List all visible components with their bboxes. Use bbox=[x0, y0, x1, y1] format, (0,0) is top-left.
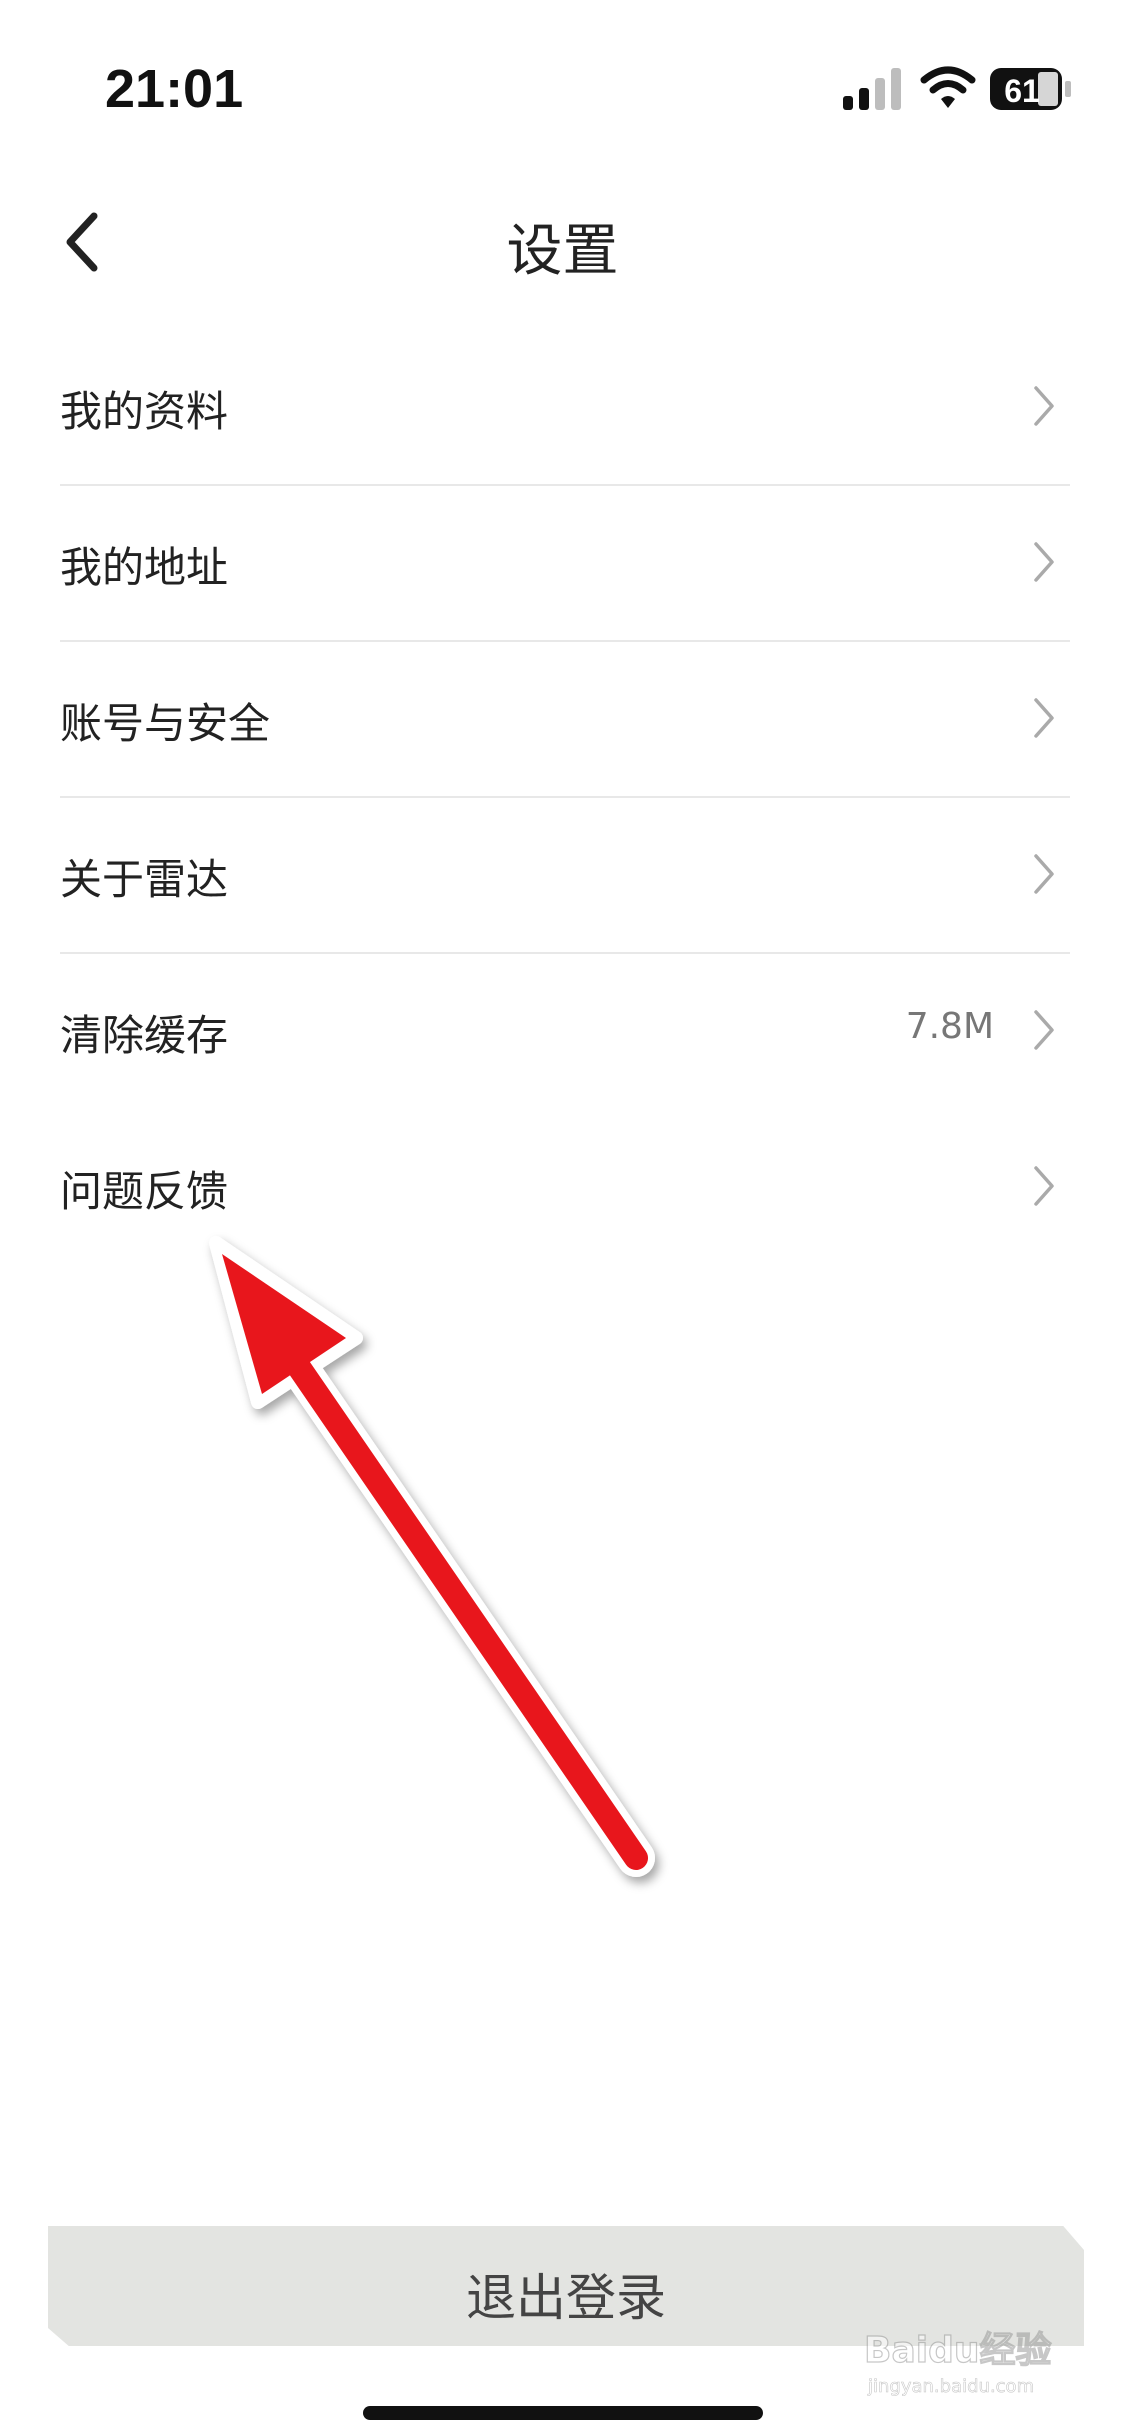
cellular-signal-icon bbox=[843, 68, 901, 110]
menu-item-about[interactable]: 关于雷达 bbox=[60, 798, 1070, 954]
chevron-right-icon bbox=[1034, 1166, 1054, 1206]
battery-icon: 61 bbox=[990, 66, 1072, 112]
menu-item-label: 清除缓存 bbox=[60, 1011, 229, 1060]
chevron-right-icon bbox=[1034, 698, 1054, 738]
chevron-right-icon bbox=[1034, 386, 1054, 426]
menu-item-label: 关于雷达 bbox=[60, 855, 229, 904]
menu-item-profile[interactable]: 我的资料 bbox=[60, 330, 1070, 486]
menu-item-address[interactable]: 我的地址 bbox=[60, 486, 1070, 642]
cache-size-value: 7.8M bbox=[905, 1006, 994, 1047]
battery-level: 61 bbox=[1004, 73, 1040, 109]
baidu-watermark-logo: Baidu经验 jingyan.baidu.com bbox=[863, 2329, 1052, 2397]
menu-item-label: 账号与安全 bbox=[60, 699, 271, 748]
menu-item-label: 我的资料 bbox=[60, 387, 229, 436]
menu-item-label: 我的地址 bbox=[60, 543, 229, 592]
wifi-icon bbox=[920, 66, 976, 108]
status-bar: 21:01 61 bbox=[0, 0, 1125, 150]
home-indicator bbox=[363, 2406, 763, 2420]
menu-item-clear-cache[interactable]: 清除缓存 7.8M bbox=[60, 954, 1070, 1110]
chevron-right-icon bbox=[1034, 542, 1054, 582]
nav-bar: 设置 bbox=[0, 190, 1125, 290]
page-title: 设置 bbox=[506, 219, 619, 284]
svg-text:jingyan.baidu.com: jingyan.baidu.com bbox=[867, 2376, 1034, 2397]
menu-item-account-security[interactable]: 账号与安全 bbox=[60, 642, 1070, 798]
svg-text:Baidu经验: Baidu经验 bbox=[864, 2330, 1051, 2371]
settings-menu: 我的资料 我的地址 账号与安全 关于雷达 清除缓存 7.8M 问题反馈 bbox=[60, 330, 1070, 1266]
status-time: 21:01 bbox=[105, 59, 244, 119]
menu-item-feedback[interactable]: 问题反馈 bbox=[60, 1110, 1070, 1266]
chevron-right-icon bbox=[1034, 854, 1054, 894]
chevron-right-icon bbox=[1034, 1010, 1054, 1050]
menu-item-label: 问题反馈 bbox=[60, 1167, 229, 1216]
